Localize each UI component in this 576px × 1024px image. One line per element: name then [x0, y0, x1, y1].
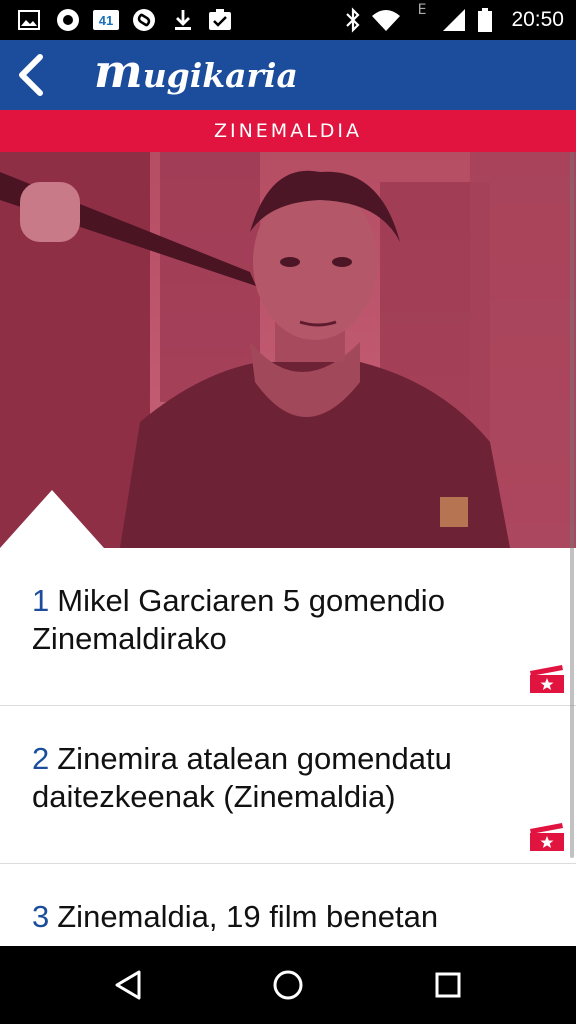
battery-icon — [476, 6, 494, 34]
chevron-left-icon — [19, 54, 43, 96]
badge-number: 41 — [99, 13, 113, 28]
gallery-icon — [16, 6, 42, 34]
article-title: 3 Zinemaldia, 19 film benetan — [32, 898, 536, 936]
nav-recents-button[interactable] — [418, 960, 478, 1010]
article-list: 1 Mikel Garciaren 5 gomendio Zinemaldirak… — [0, 548, 576, 946]
wifi-icon — [370, 6, 402, 34]
back-button[interactable] — [6, 48, 56, 102]
logo-text: ugikaria — [142, 55, 298, 95]
bluetooth-icon — [342, 6, 364, 34]
article-number: 2 — [32, 741, 50, 776]
section-title: ZINEMALDIA — [213, 120, 363, 142]
article-number: 1 — [32, 583, 50, 618]
nav-back-button[interactable] — [98, 960, 158, 1010]
download-icon — [170, 6, 196, 34]
article-title: 1 Mikel Garciaren 5 gomendio Zinemaldirak… — [32, 582, 536, 658]
article-title: 2 Zinemira atalean gomendatu daitezkeenak… — [32, 740, 536, 816]
film-clapper-icon — [530, 665, 564, 693]
film-still-illustration — [0, 152, 576, 548]
scrollbar[interactable] — [570, 152, 574, 858]
hero-image[interactable] — [0, 152, 576, 548]
nav-home-button[interactable] — [258, 960, 318, 1010]
status-bar: 41 E 20:50 — [0, 0, 576, 40]
status-time: 20:50 — [511, 8, 564, 31]
logo-initial: m — [94, 44, 143, 98]
article-number: 3 — [32, 899, 50, 934]
article-item-1[interactable]: 1 Mikel Garciaren 5 gomendio Zinemaldirak… — [0, 548, 576, 706]
film-clapper-icon — [530, 823, 564, 851]
circle-home-icon — [273, 970, 303, 1000]
article-title-text: Zinemira atalean gomendatu daitezkeenak … — [32, 741, 452, 814]
navigation-bar — [0, 946, 576, 1024]
network-type: E — [417, 2, 427, 18]
hero-notch-shape — [0, 490, 104, 548]
app-logo[interactable]: m ugikaria — [94, 44, 298, 100]
signal-icon — [440, 6, 468, 34]
badge-icon: 41 — [92, 6, 120, 34]
section-bar: ZINEMALDIA — [0, 110, 576, 152]
article-item-3[interactable]: 3 Zinemaldia, 19 film benetan — [0, 864, 576, 946]
article-item-2[interactable]: 2 Zinemira atalean gomendatu daitezkeenak… — [0, 706, 576, 864]
article-title-text: Mikel Garciaren 5 gomendio Zinemaldirako — [32, 583, 445, 656]
opera-icon — [54, 6, 82, 34]
app-header: m ugikaria — [0, 40, 576, 110]
square-recents-icon — [435, 972, 461, 998]
clipboard-icon — [206, 6, 234, 34]
shazam-icon — [130, 6, 158, 34]
article-title-text: Zinemaldia, 19 film benetan — [57, 899, 439, 934]
triangle-back-icon — [115, 970, 141, 1000]
